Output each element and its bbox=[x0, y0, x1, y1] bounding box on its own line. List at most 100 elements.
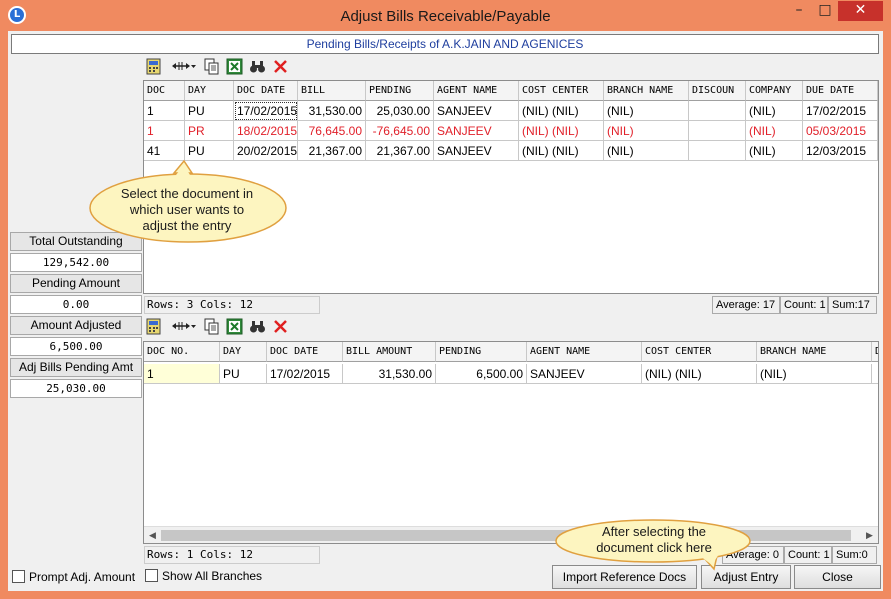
table-cell[interactable]: -76,645.00 bbox=[366, 121, 434, 141]
table-cell[interactable]: SANJEEV bbox=[434, 121, 519, 141]
table-cell[interactable]: SANJEEV bbox=[527, 364, 642, 384]
show-all-branches-label: Show All Branches bbox=[162, 569, 263, 583]
column-header-agent-name[interactable]: AGENT NAME bbox=[527, 342, 642, 362]
table-cell[interactable]: (NIL) (NIL) bbox=[519, 121, 604, 141]
table-cell[interactable]: 17/02/2015 bbox=[234, 101, 298, 121]
column-header-branch-name[interactable]: BRANCH NAME bbox=[604, 81, 689, 101]
column-header-cost-center[interactable]: COST CENTER bbox=[519, 81, 604, 101]
column-header-day[interactable]: DAY bbox=[220, 342, 267, 362]
column-header-doc-date[interactable]: DOC DATE bbox=[267, 342, 343, 362]
table-cell[interactable]: PU bbox=[185, 141, 234, 161]
table-cell[interactable]: 12/03/2015 bbox=[803, 141, 878, 161]
column-width-icon[interactable] bbox=[171, 58, 197, 75]
adj-bills-pending-value: 25,030.00 bbox=[10, 379, 142, 398]
minimize-button[interactable]: – bbox=[786, 1, 812, 21]
table-cell[interactable]: (NIL) (NIL) bbox=[519, 141, 604, 161]
adjusted-bills-grid[interactable]: DOC NO. DAY DOC DATE BILL AMOUNT PENDING… bbox=[143, 341, 879, 544]
table-cell[interactable]: (NIL) bbox=[604, 121, 689, 141]
column-header-cost-center[interactable]: COST CENTER bbox=[642, 342, 757, 362]
table-cell[interactable]: SANJEEV bbox=[434, 141, 519, 161]
grid1-count: Count: 1 bbox=[780, 296, 828, 314]
table-cell[interactable]: SANJEEV bbox=[434, 101, 519, 121]
title-bar: L Adjust Bills Receivable/Payable – □ ✕ bbox=[0, 0, 891, 31]
table-cell[interactable]: 25,030.00 bbox=[366, 101, 434, 121]
scroll-right-icon[interactable]: ▶ bbox=[861, 527, 878, 543]
column-header-company[interactable]: COMPANY bbox=[746, 81, 803, 101]
prompt-adj-amount-checkbox[interactable]: Prompt Adj. Amount bbox=[12, 569, 135, 585]
excel-icon[interactable] bbox=[226, 318, 243, 335]
show-all-branches-checkbox[interactable]: Show All Branches bbox=[145, 568, 262, 584]
window-title: Adjust Bills Receivable/Payable bbox=[340, 8, 551, 25]
table-cell[interactable]: PU bbox=[220, 364, 267, 384]
copy-icon[interactable] bbox=[203, 58, 220, 75]
column-header-agent-name[interactable]: AGENT NAME bbox=[434, 81, 519, 101]
table-cell[interactable]: (NIL) bbox=[746, 141, 803, 161]
table-cell[interactable]: PR bbox=[185, 121, 234, 141]
close-window-button[interactable]: ✕ bbox=[838, 1, 883, 21]
table-cell[interactable] bbox=[689, 101, 746, 121]
column-header-discount[interactable]: DISCOUN bbox=[689, 81, 746, 101]
maximize-button[interactable]: □ bbox=[812, 1, 838, 21]
table-cell[interactable]: 41 bbox=[144, 141, 185, 161]
find-icon[interactable] bbox=[249, 58, 266, 75]
copy-icon[interactable] bbox=[203, 318, 220, 335]
table-cell[interactable]: 21,367.00 bbox=[366, 141, 434, 161]
find-icon[interactable] bbox=[249, 318, 266, 335]
column-width-icon[interactable] bbox=[171, 318, 197, 335]
grid2-count: Count: 1 bbox=[784, 546, 832, 564]
column-header-doc[interactable]: DOC bbox=[144, 81, 185, 101]
checkbox-box[interactable] bbox=[12, 570, 25, 583]
close-button[interactable]: Close bbox=[794, 565, 881, 589]
table-cell[interactable]: 17/02/2015 bbox=[803, 101, 878, 121]
amount-adjusted-value: 6,500.00 bbox=[10, 337, 142, 356]
table-cell[interactable] bbox=[689, 121, 746, 141]
table-cell[interactable]: 18/02/2015 bbox=[234, 121, 298, 141]
table-cell[interactable]: 1 bbox=[144, 364, 220, 384]
delete-icon[interactable] bbox=[272, 58, 289, 75]
table-cell[interactable]: (NIL) (NIL) bbox=[519, 101, 604, 121]
column-header-pending[interactable]: PENDING bbox=[436, 342, 527, 362]
table-cell[interactable]: 1 bbox=[144, 101, 185, 121]
pending-amount-value: 0.00 bbox=[10, 295, 142, 314]
column-header-bill-amount[interactable]: BILL AMOUNT bbox=[343, 342, 436, 362]
select-document-callout-text: Select the document in which user wants … bbox=[120, 186, 254, 233]
click-here-callout-text: After selecting the document click here bbox=[596, 524, 712, 555]
grid1-toolbar bbox=[145, 57, 345, 77]
table-cell[interactable]: 31,530.00 bbox=[343, 364, 436, 384]
table-cell[interactable]: 20/02/2015 bbox=[234, 141, 298, 161]
table-cell[interactable]: 76,645.00 bbox=[298, 121, 366, 141]
table-cell[interactable]: 6,500.00 bbox=[436, 364, 527, 384]
table-cell[interactable] bbox=[689, 141, 746, 161]
delete-icon[interactable] bbox=[272, 318, 289, 335]
table-cell[interactable]: (NIL) bbox=[746, 101, 803, 121]
table-cell[interactable]: (NIL) (NIL) bbox=[642, 364, 757, 384]
table-cell[interactable] bbox=[872, 364, 878, 384]
column-header-discount[interactable]: D bbox=[872, 342, 878, 362]
table-cell[interactable]: (NIL) bbox=[604, 101, 689, 121]
horizontal-scrollbar[interactable]: ◀ ▶ bbox=[144, 526, 878, 543]
calculator-icon[interactable] bbox=[145, 318, 162, 335]
window-client: Pending Bills/Receipts of A.K.JAIN AND A… bbox=[8, 31, 883, 591]
column-header-branch-name[interactable]: BRANCH NAME bbox=[757, 342, 872, 362]
table-cell[interactable]: 05/03/2015 bbox=[803, 121, 878, 141]
column-header-doc-no[interactable]: DOC NO. bbox=[144, 342, 220, 362]
table-cell[interactable]: (NIL) bbox=[757, 364, 872, 384]
grid2-row-col-status: Rows: 1 Cols: 12 bbox=[144, 546, 320, 564]
scroll-left-icon[interactable]: ◀ bbox=[144, 527, 161, 543]
table-cell[interactable]: 21,367.00 bbox=[298, 141, 366, 161]
adj-bills-pending-label: Adj Bills Pending Amt bbox=[10, 358, 142, 377]
table-cell[interactable]: (NIL) bbox=[604, 141, 689, 161]
table-cell[interactable]: PU bbox=[185, 101, 234, 121]
table-cell[interactable]: 1 bbox=[144, 121, 185, 141]
calculator-icon[interactable] bbox=[145, 58, 162, 75]
table-cell[interactable]: 31,530.00 bbox=[298, 101, 366, 121]
column-header-bill[interactable]: BILL bbox=[298, 81, 366, 101]
table-cell[interactable]: 17/02/2015 bbox=[267, 364, 343, 384]
column-header-due-date[interactable]: DUE DATE bbox=[803, 81, 878, 101]
checkbox-box[interactable] bbox=[145, 569, 158, 582]
column-header-doc-date[interactable]: DOC DATE bbox=[234, 81, 298, 101]
excel-icon[interactable] bbox=[226, 58, 243, 75]
column-header-pending[interactable]: PENDING bbox=[366, 81, 434, 101]
table-cell[interactable]: (NIL) bbox=[746, 121, 803, 141]
column-header-day[interactable]: DAY bbox=[185, 81, 234, 101]
